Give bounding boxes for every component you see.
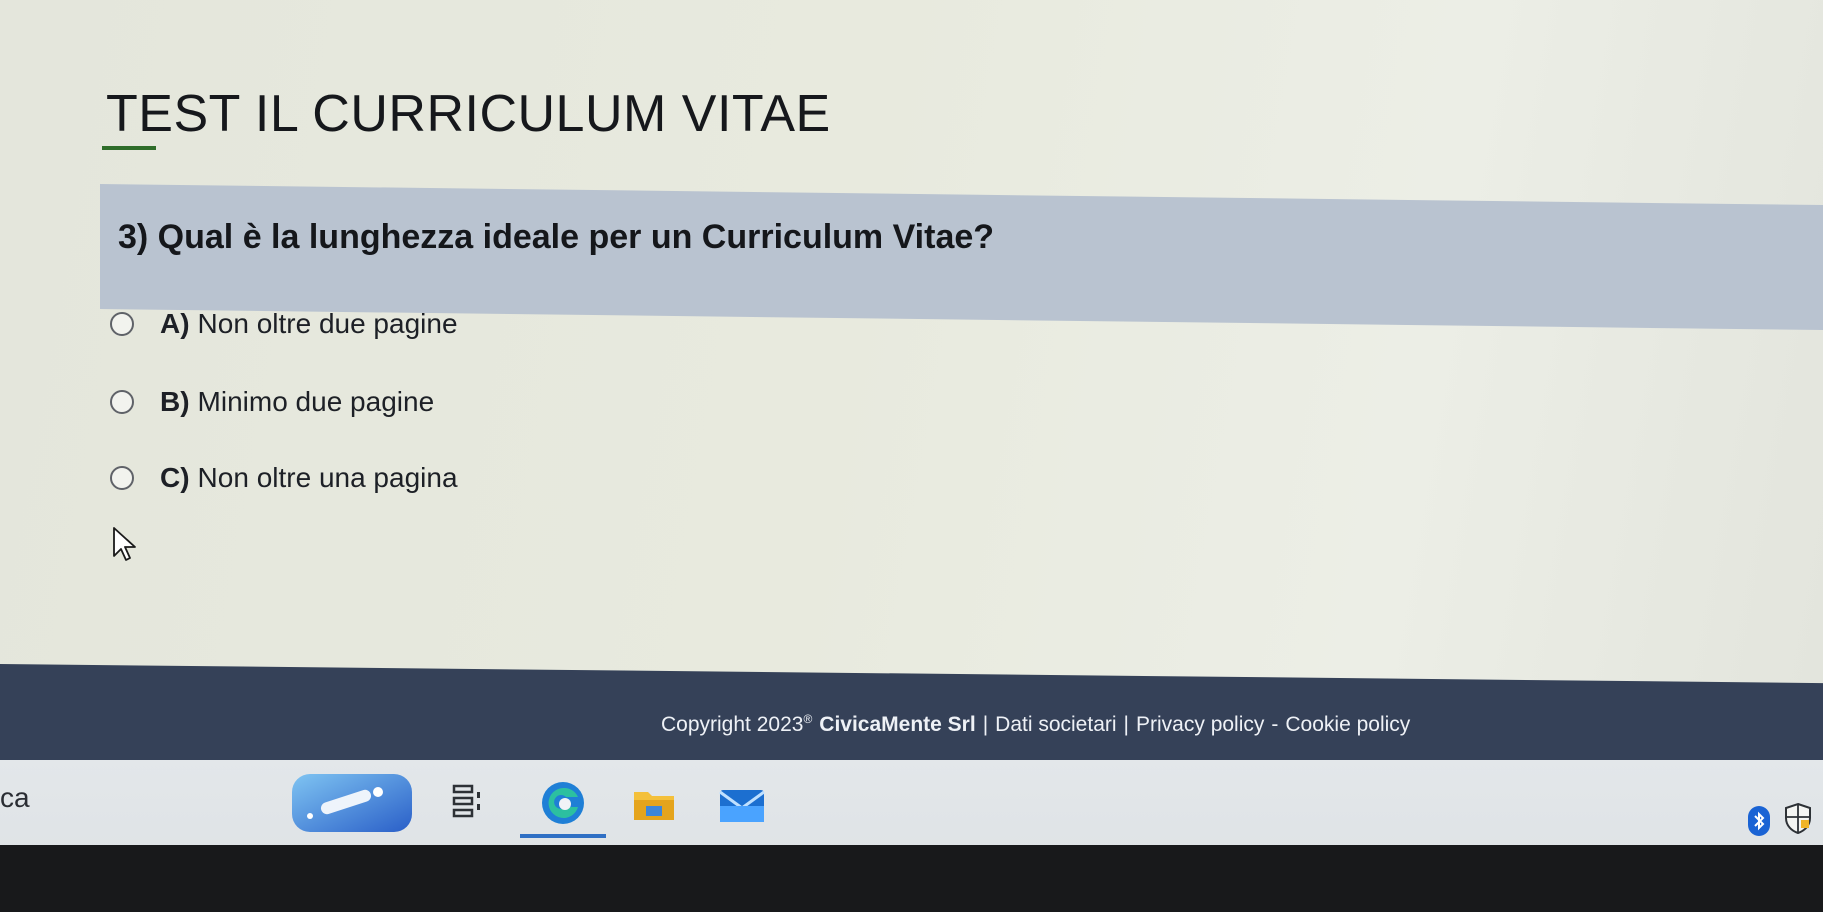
- screen-bezel: [0, 845, 1823, 912]
- footer-links: Copyright 2023® CivicaMente Srl | Dati s…: [661, 712, 1410, 737]
- footer-separator: |: [1123, 713, 1130, 736]
- option-c-radio[interactable]: [110, 466, 134, 490]
- file-explorer-icon[interactable]: [632, 786, 676, 822]
- mouse-cursor-icon: [113, 527, 136, 561]
- security-shield-icon[interactable]: [1784, 802, 1812, 834]
- option-b[interactable]: B) Minimo due pagine: [110, 386, 434, 418]
- registered-mark: ®: [803, 712, 813, 726]
- option-c-letter: C): [160, 462, 190, 493]
- option-b-text: Minimo due pagine: [197, 386, 435, 417]
- option-b-letter: B): [160, 386, 190, 417]
- taskbar: [0, 760, 1823, 852]
- widgets-icon[interactable]: [290, 770, 414, 836]
- option-a-text: Non oltre due pagine: [197, 308, 458, 339]
- option-b-radio[interactable]: [110, 390, 134, 414]
- option-c[interactable]: C) Non oltre una pagina: [110, 462, 458, 494]
- cookie-policy-link[interactable]: Cookie policy: [1285, 713, 1410, 737]
- option-a-letter: A): [160, 308, 190, 339]
- task-view-icon[interactable]: [452, 784, 482, 818]
- company-link[interactable]: CivicaMente Srl: [819, 713, 975, 737]
- question-text: 3) Qual è la lunghezza ideale per un Cur…: [118, 218, 995, 256]
- active-app-indicator: [520, 834, 606, 838]
- copyright-text: Copyright 2023®: [661, 712, 813, 736]
- taskbar-search-text[interactable]: ca: [0, 782, 30, 814]
- option-a-radio[interactable]: [110, 312, 134, 336]
- title-underline: [102, 146, 156, 150]
- page-title: TEST IL CURRICULUM VITAE: [106, 85, 831, 143]
- edge-browser-icon[interactable]: [540, 780, 586, 826]
- bluetooth-icon[interactable]: [1748, 806, 1770, 836]
- footer-separator: |: [982, 713, 989, 736]
- option-c-text: Non oltre una pagina: [197, 462, 458, 493]
- option-a[interactable]: A) Non oltre due pagine: [110, 308, 458, 340]
- mail-icon[interactable]: [718, 786, 766, 824]
- privacy-policy-link[interactable]: Privacy policy: [1136, 713, 1264, 737]
- footer-separator: -: [1271, 713, 1279, 736]
- dati-societari-link[interactable]: Dati societari: [995, 713, 1116, 737]
